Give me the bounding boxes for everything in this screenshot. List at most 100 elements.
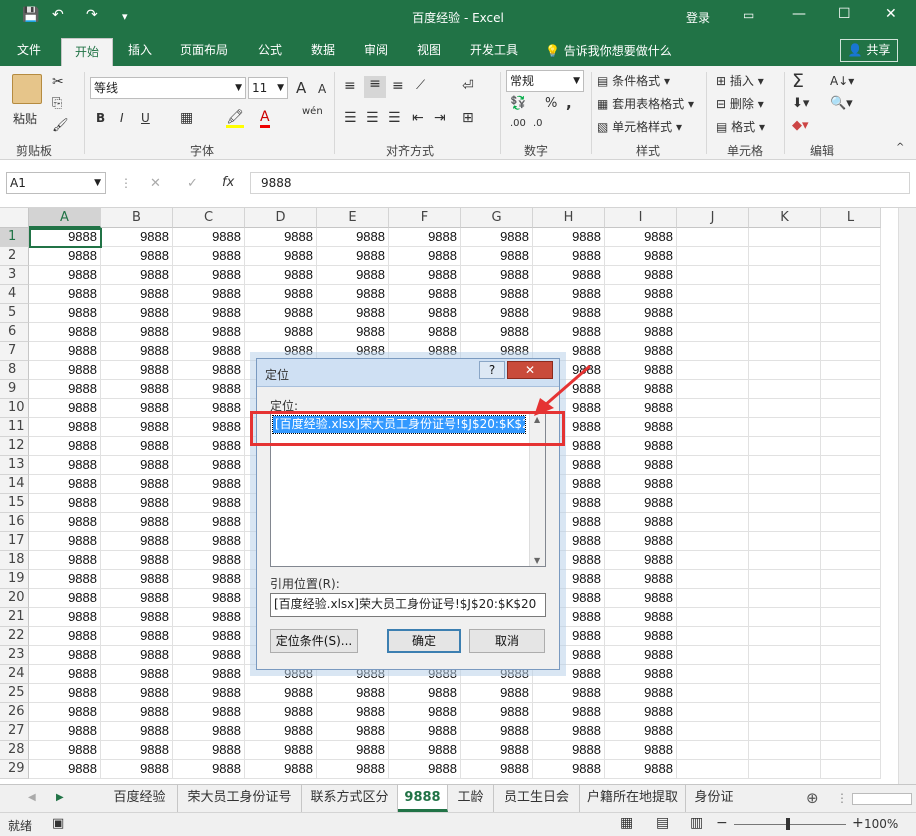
cell[interactable]: [749, 760, 821, 779]
fill-color-icon[interactable]: 🖍: [226, 109, 244, 128]
cell[interactable]: 9888: [533, 285, 605, 304]
cell[interactable]: 9888: [605, 304, 677, 323]
cell[interactable]: 9888: [29, 285, 101, 304]
prev-sheet-icon[interactable]: ◀: [28, 792, 36, 803]
cell[interactable]: 9888: [101, 304, 173, 323]
cell[interactable]: 9888: [461, 247, 533, 266]
italic-button[interactable]: I: [120, 111, 124, 125]
cell[interactable]: 9888: [317, 760, 389, 779]
column-header[interactable]: B: [101, 208, 173, 228]
cell[interactable]: 9888: [605, 722, 677, 741]
cell[interactable]: 9888: [461, 323, 533, 342]
cell[interactable]: [821, 323, 881, 342]
cell[interactable]: 9888: [389, 285, 461, 304]
column-header[interactable]: F: [389, 208, 461, 228]
cell[interactable]: 9888: [173, 342, 245, 361]
cell[interactable]: 9888: [173, 760, 245, 779]
cell[interactable]: 9888: [245, 285, 317, 304]
scroll-down-icon[interactable]: ▼: [534, 556, 540, 565]
cell[interactable]: 9888: [605, 494, 677, 513]
cell[interactable]: [821, 475, 881, 494]
cell[interactable]: 9888: [461, 760, 533, 779]
cell[interactable]: 9888: [29, 703, 101, 722]
cell[interactable]: [821, 665, 881, 684]
row-header[interactable]: 18: [0, 551, 29, 570]
cell[interactable]: 9888: [29, 418, 101, 437]
cell[interactable]: 9888: [605, 703, 677, 722]
column-header[interactable]: I: [605, 208, 677, 228]
zoom-slider-track[interactable]: [734, 824, 846, 825]
cell[interactable]: [677, 684, 749, 703]
cell[interactable]: 9888: [173, 399, 245, 418]
cell[interactable]: 9888: [173, 551, 245, 570]
cell[interactable]: [821, 608, 881, 627]
cell[interactable]: 9888: [317, 741, 389, 760]
cell[interactable]: [821, 304, 881, 323]
cell[interactable]: 9888: [29, 304, 101, 323]
cell[interactable]: [677, 570, 749, 589]
decrease-decimal-icon[interactable]: .0: [533, 118, 543, 129]
cell[interactable]: 9888: [317, 304, 389, 323]
cell[interactable]: 9888: [29, 323, 101, 342]
cell[interactable]: [821, 399, 881, 418]
tab-insert[interactable]: 插入: [128, 41, 152, 58]
cell[interactable]: 9888: [173, 323, 245, 342]
font-size-select[interactable]: 11 ▼: [248, 77, 288, 99]
collapse-ribbon-icon[interactable]: ^: [896, 142, 904, 153]
cell[interactable]: [821, 266, 881, 285]
row-header[interactable]: 15: [0, 494, 29, 513]
next-sheet-icon[interactable]: ▶: [56, 792, 64, 803]
cell[interactable]: 9888: [29, 399, 101, 418]
cell[interactable]: 9888: [101, 418, 173, 437]
cell[interactable]: [677, 247, 749, 266]
cell[interactable]: 9888: [29, 342, 101, 361]
align-left-icon[interactable]: ☰: [344, 110, 357, 126]
grow-font-icon[interactable]: A: [296, 79, 306, 97]
cell[interactable]: 9888: [533, 304, 605, 323]
share-button[interactable]: 👤 共享: [840, 39, 898, 62]
column-header[interactable]: L: [821, 208, 881, 228]
dialog-title-bar[interactable]: 定位 ? ✕: [257, 359, 559, 387]
sheet-tab[interactable]: 百度经验: [102, 785, 178, 812]
insert-cells-button[interactable]: ⊞ 插入 ▾: [716, 72, 764, 89]
cell[interactable]: [821, 285, 881, 304]
cell[interactable]: 9888: [173, 684, 245, 703]
cell[interactable]: 9888: [245, 722, 317, 741]
row-header[interactable]: 17: [0, 532, 29, 551]
cell[interactable]: 9888: [173, 513, 245, 532]
cell[interactable]: [749, 703, 821, 722]
cell[interactable]: 9888: [101, 627, 173, 646]
cell[interactable]: 9888: [605, 627, 677, 646]
zoom-out-button[interactable]: −: [716, 815, 728, 831]
cell[interactable]: 9888: [389, 760, 461, 779]
cell[interactable]: 9888: [173, 456, 245, 475]
cell[interactable]: [749, 323, 821, 342]
reference-input[interactable]: [百度经验.xlsx]荣大员工身份证号!$J$20:$K$20: [270, 593, 546, 617]
tab-home[interactable]: 开始: [61, 38, 114, 66]
cell[interactable]: 9888: [29, 380, 101, 399]
cell[interactable]: [821, 551, 881, 570]
cell[interactable]: [749, 304, 821, 323]
tab-review[interactable]: 审阅: [364, 41, 388, 58]
cell[interactable]: 9888: [173, 532, 245, 551]
cell[interactable]: 9888: [101, 760, 173, 779]
conditional-format-button[interactable]: ▤ 条件格式 ▾: [597, 72, 670, 89]
cell[interactable]: 9888: [605, 532, 677, 551]
cell[interactable]: 9888: [533, 741, 605, 760]
cell[interactable]: 9888: [101, 228, 173, 247]
cell[interactable]: 9888: [173, 741, 245, 760]
sort-filter-icon[interactable]: A↓▾: [830, 74, 854, 88]
cell[interactable]: [677, 361, 749, 380]
cell[interactable]: 9888: [245, 760, 317, 779]
cell[interactable]: 9888: [29, 532, 101, 551]
cell[interactable]: 9888: [173, 266, 245, 285]
cell[interactable]: 9888: [173, 361, 245, 380]
cell[interactable]: 9888: [29, 551, 101, 570]
number-format-select[interactable]: 常规 ▼: [506, 70, 584, 92]
cell[interactable]: 9888: [101, 437, 173, 456]
cell[interactable]: 9888: [101, 342, 173, 361]
cell[interactable]: 9888: [533, 760, 605, 779]
cell[interactable]: 9888: [29, 437, 101, 456]
cell[interactable]: 9888: [173, 418, 245, 437]
cell[interactable]: [749, 399, 821, 418]
